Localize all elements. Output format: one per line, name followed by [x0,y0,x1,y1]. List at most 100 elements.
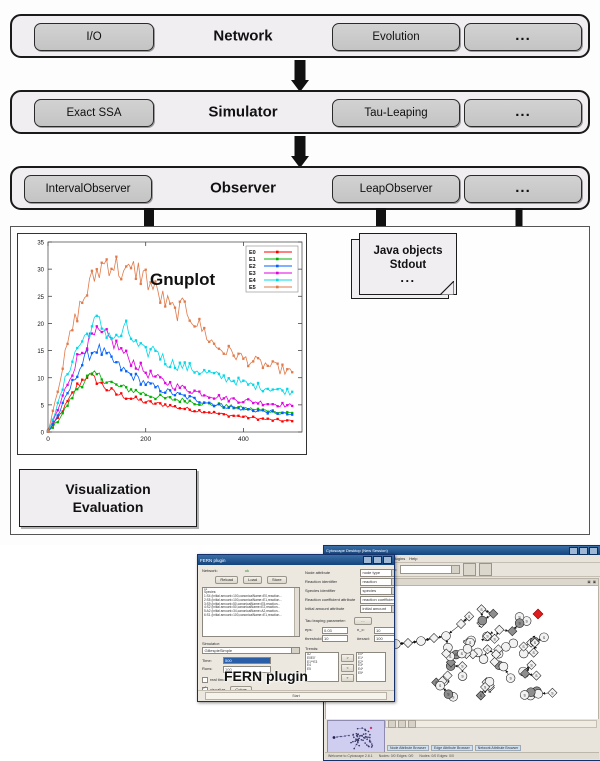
arrow-network-to-simulator [287,60,313,92]
new-row-icon[interactable] [398,720,406,728]
chip-label: ... [515,103,531,120]
fern-plugin-label: FERN plugin [224,668,308,684]
start-label: Start [292,694,299,698]
svg-text:10: 10 [37,376,44,382]
chip-simulator-tau-leaping[interactable]: Tau-Leaping [332,99,460,127]
chip-simulator-more[interactable]: ... [464,99,582,127]
chip-observer-interval-observer[interactable]: IntervalObserver [24,175,152,203]
threshold-input[interactable]: 10 [322,635,348,642]
store-button[interactable]: Store [267,576,287,584]
reaction-coefficient-select[interactable]: reaction coefficient [360,596,395,604]
attribute-panel-toolbar[interactable] [385,720,597,728]
move-left-button[interactable]: < [341,664,354,672]
chip-simulator-exact-ssa[interactable]: Exact SSA [34,99,154,127]
start-button[interactable]: Start [205,692,387,700]
cytoscape-window-title: Cytoscape Desktop (New Session) [326,548,569,553]
fern-window-controls[interactable] [363,556,392,564]
move-all-left-button[interactable]: « [341,674,354,682]
band-title-simulator: Simulator [154,104,332,121]
table-icon[interactable] [388,720,396,728]
window-controls[interactable] [569,547,598,555]
svg-text:0: 0 [46,436,50,443]
cytoscape-statusbar: Welcome to Cytoscape 2.6.1 Nodes: 0/0 Ed… [325,752,599,759]
chevron-down-icon[interactable] [291,648,299,654]
maximize-icon[interactable] [579,547,588,555]
species-identifier-select[interactable]: species [360,587,395,595]
chip-label: LeapObserver [360,183,433,195]
delete-icon[interactable] [408,720,416,728]
network-label: Network: [202,568,218,574]
scrollbar[interactable] [294,588,299,636]
reaction-coefficient-label: Reaction coefficient attribute [305,597,355,603]
chip-network-io[interactable]: I/O [34,23,154,51]
svg-text:E1: E1 [249,257,256,263]
svg-text:15: 15 [37,349,44,355]
diagram-root: I/O Network Evolution ... Exact SSA Simu… [0,0,600,545]
close-icon[interactable] [383,556,392,564]
chart-canvas: 051015202530350200400E0E1E2E3E4E5 [18,234,307,455]
chevron-down-icon[interactable] [451,566,459,573]
svg-text:E5: E5 [249,285,256,291]
chevron-down-icon[interactable] [391,606,395,612]
move-right-button[interactable]: > [341,654,354,662]
zoom-icon[interactable] [479,563,492,576]
svg-text:0: 0 [41,431,45,437]
chip-label: I/O [86,31,101,43]
simulator-select[interactable]: GillespieSimple [202,647,300,655]
initial-amount-select[interactable]: initial amount [360,605,395,613]
minimize-icon[interactable] [569,547,578,555]
eps-input[interactable]: 0.03 [322,627,348,634]
layer-band-observer: IntervalObserver Observer LeapObserver .… [10,166,590,210]
time-label: Time: [202,658,220,664]
attribute-browser-tabs[interactable]: Node Attribute Browser Edge Attribute Br… [387,745,521,751]
trends-available-list[interactable]: A2 E0E0' E1**E3 E4 E5 [305,652,339,682]
reaction-identifier-select[interactable]: reaction [360,578,395,586]
tau-leaping-button[interactable]: ... [354,617,371,625]
minimize-icon[interactable] [363,556,372,564]
canvas-close-icon[interactable]: ▣ [593,580,596,584]
chip-network-evolution[interactable]: Evolution [332,23,460,51]
chip-observer-leap-observer[interactable]: LeapObserver [332,175,460,203]
load-button[interactable]: Load [243,576,262,584]
fern-titlebar[interactable]: FERN plugin [198,555,394,565]
fern-right-column: Node attribute node type Reaction identi… [303,565,395,691]
chip-label: ... [515,27,531,44]
species-textarea[interactable]: 11 Species: 1:S4 (initial amount=100,can… [202,587,300,637]
maximize-icon[interactable] [373,556,382,564]
chip-network-more[interactable]: ... [464,23,582,51]
band-title-observer: Observer [154,180,332,197]
tab-edge-attribute-browser[interactable]: Edge Attribute Browser [431,745,473,751]
search-input[interactable] [400,565,460,574]
list-item[interactable]: E5* [357,672,385,676]
eps-label: eps: [305,627,319,633]
trends-transfer: A2 E0E0' E1**E3 E4 E5 > < « E0* [305,652,395,682]
tab-network-attribute-browser[interactable]: Network Attribute Browser [475,745,521,751]
chevron-down-icon[interactable] [391,570,395,576]
menu-help[interactable]: Help [409,556,417,561]
document-java-objects: Java objects Stdout ... [359,233,457,295]
save-icon[interactable] [463,563,476,576]
chip-observer-more[interactable]: ... [464,175,582,203]
float-icon[interactable]: ▣ [587,580,590,584]
status-mid: Nodes: 0/0 Edges: 0/0 [379,754,414,758]
chip-label: Tau-Leaping [364,107,427,119]
time-input[interactable]: 500 [223,657,271,664]
fern-plugin-window[interactable]: FERN plugin Network: ok Reload [197,554,395,702]
nc-label: n_c: [357,627,371,633]
trends-selected-list[interactable]: E0* E1* E2* E3* E4* E5* [356,652,386,682]
trend-transfer-buttons[interactable]: > < « [341,652,354,682]
reload-button[interactable]: Reload [215,576,238,584]
checkbox-icon[interactable] [202,677,208,683]
tab-node-attribute-browser[interactable]: Node Attribute Browser [387,745,429,751]
species-identifier-label: Species identifier [305,588,335,594]
nstiff-input[interactable]: 100 [374,635,395,642]
chevron-down-icon[interactable] [391,579,395,585]
node-attribute-select[interactable]: node type [360,569,395,577]
nc-input[interactable]: 10 [374,627,395,634]
chart-title: Gnuplot [150,270,215,290]
chevron-down-icon[interactable] [391,588,395,594]
svg-text:200: 200 [140,436,151,443]
nstiff-label: #exact: [357,636,371,642]
close-icon[interactable] [589,547,598,555]
list-item[interactable]: E5 [306,668,338,672]
